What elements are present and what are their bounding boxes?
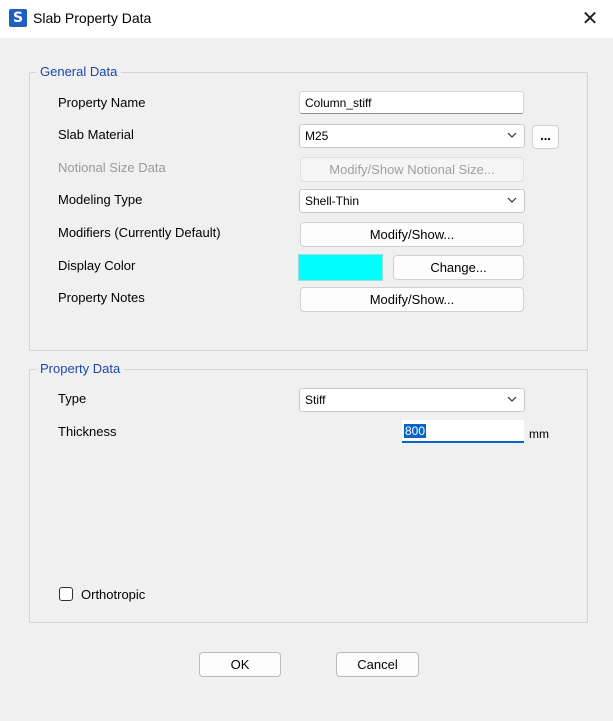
modeling-type-label: Modeling Type <box>58 192 143 207</box>
display-color-swatch[interactable] <box>298 254 383 281</box>
orthotropic-checkbox[interactable] <box>59 587 73 601</box>
modeling-type-select[interactable]: Shell-Thin <box>299 189 525 213</box>
type-select[interactable]: Stiff <box>299 388 525 412</box>
thickness-input[interactable]: 800 <box>402 420 524 443</box>
thickness-unit: mm <box>529 427 549 441</box>
cancel-button[interactable]: Cancel <box>336 652 419 677</box>
modifiers-label: Modifiers (Currently Default) <box>58 225 221 240</box>
property-name-input[interactable]: Column_stiff <box>299 91 524 114</box>
property-notes-label: Property Notes <box>58 290 145 305</box>
slab-material-select[interactable]: M25 <box>299 124 525 148</box>
general-data-legend: General Data <box>36 64 122 80</box>
slab-material-label: Slab Material <box>58 127 134 142</box>
chevron-down-icon <box>507 197 517 203</box>
ok-button[interactable]: OK <box>199 652 281 677</box>
app-logo-icon: S <box>9 9 27 27</box>
slab-material-more-button[interactable]: ... <box>532 125 559 149</box>
orthotropic-label: Orthotropic <box>81 587 146 602</box>
type-value: Stiff <box>305 393 326 407</box>
chevron-down-icon <box>507 132 517 138</box>
slab-material-value: M25 <box>305 129 329 143</box>
modeling-type-value: Shell-Thin <box>305 194 360 208</box>
notional-size-label: Notional Size Data <box>58 160 166 175</box>
chevron-down-icon <box>507 396 517 402</box>
property-data-legend: Property Data <box>36 361 125 377</box>
display-color-label: Display Color <box>58 258 136 273</box>
change-color-button[interactable]: Change... <box>393 255 524 280</box>
close-icon[interactable]: ✕ <box>567 0 613 38</box>
type-label: Type <box>58 391 87 406</box>
title-bar: S Slab Property Data ✕ <box>0 0 613 38</box>
property-name-label: Property Name <box>58 95 146 110</box>
notional-size-button: Modify/Show Notional Size... <box>300 157 524 182</box>
window-title: Slab Property Data <box>33 10 152 26</box>
thickness-value: 800 <box>404 424 427 438</box>
modifiers-button[interactable]: Modify/Show... <box>300 222 524 247</box>
property-notes-button[interactable]: Modify/Show... <box>300 287 524 312</box>
thickness-label: Thickness <box>58 424 117 439</box>
